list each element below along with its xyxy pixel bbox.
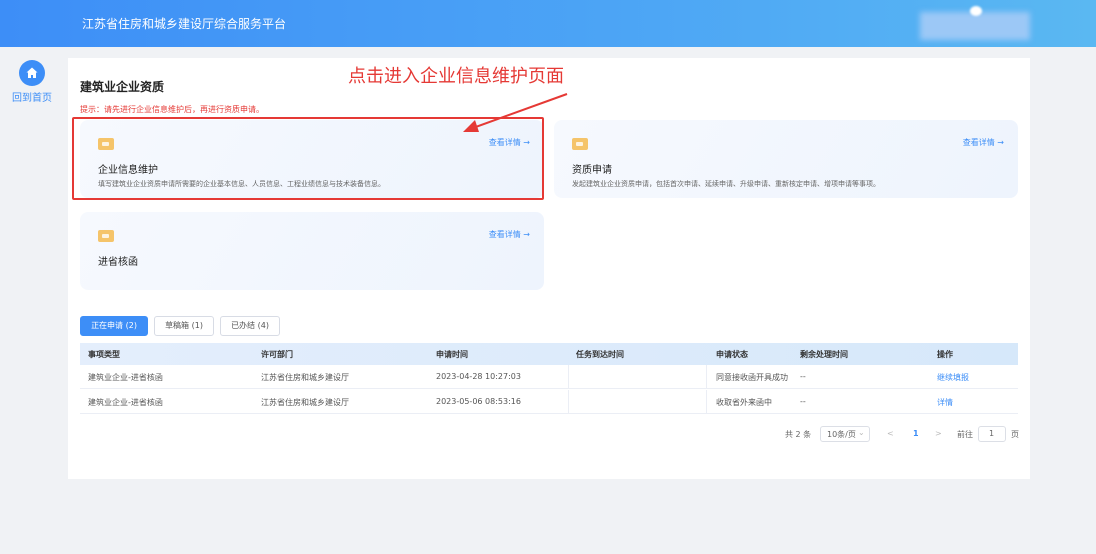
- tip-text: 提示：请先进行企业信息维护后，再进行资质申请。: [80, 105, 264, 114]
- table-cell: --: [800, 397, 806, 406]
- table-cell: 2023-05-06 08:53:16: [436, 397, 521, 406]
- user-avatar-area[interactable]: [920, 4, 1040, 44]
- view-details-link[interactable]: 查看详情 →: [489, 229, 530, 240]
- prev-page-icon[interactable]: <: [887, 429, 894, 438]
- tab-drafts[interactable]: 草稿箱 (1): [154, 316, 214, 336]
- table-cell: 同意接收函开具成功: [716, 373, 788, 382]
- card-title: 进省核函: [98, 257, 138, 268]
- table-cell: 江苏省住房和城乡建设厅: [261, 398, 349, 407]
- table-row: 建筑业企业-进省核函 江苏省住房和城乡建设厅 2023-05-06 08:53:…: [80, 390, 1018, 414]
- column-header: 申请时间: [436, 350, 468, 359]
- user-info-blurred: [920, 12, 1030, 40]
- column-header: 剩余处理时间: [800, 350, 848, 359]
- cell-divider: [706, 390, 707, 414]
- table-cell: 收取省外来函中: [716, 398, 772, 407]
- top-bar: 江苏省住房和城乡建设厅综合服务平台: [0, 0, 1096, 47]
- page-suffix: 页: [1011, 430, 1019, 439]
- current-page[interactable]: 1: [913, 429, 919, 438]
- continue-fill-link[interactable]: 继续填报: [937, 372, 969, 383]
- annotation-text: 点击进入企业信息维护页面: [348, 66, 564, 87]
- column-header: 许可部门: [261, 350, 293, 359]
- card-qualification-apply[interactable]: 查看详情 → 资质申请 发起建筑业企业资质申请，包括首次申请、延续申请、升级申请…: [554, 120, 1018, 198]
- column-header: 操作: [937, 350, 953, 359]
- goto-page-input[interactable]: 1: [978, 426, 1006, 442]
- next-page-icon[interactable]: >: [935, 429, 942, 438]
- annotation-arrow-icon: [463, 93, 568, 132]
- cell-divider: [706, 365, 707, 389]
- table-cell: 江苏省住房和城乡建设厅: [261, 373, 349, 382]
- view-details-link[interactable]: 查看详情 →: [963, 137, 1004, 148]
- column-header: 申请状态: [716, 350, 748, 359]
- cell-divider: [568, 365, 569, 389]
- table-cell: 建筑业企业-进省核函: [88, 373, 163, 382]
- pagination-total: 共 2 条: [785, 430, 812, 439]
- table-cell: --: [800, 372, 806, 381]
- table-row: 建筑业企业-进省核函 江苏省住房和城乡建设厅 2023-04-28 10:27:…: [80, 365, 1018, 389]
- home-label: 回到首页: [12, 93, 52, 104]
- folder-icon: [98, 230, 114, 242]
- card-provincial-letter[interactable]: 查看详情 → 进省核函: [80, 212, 544, 290]
- home-icon: [19, 60, 45, 86]
- tab-completed[interactable]: 已办结 (4): [220, 316, 280, 336]
- cell-divider: [568, 390, 569, 414]
- details-link[interactable]: 详情: [937, 397, 953, 408]
- page-size-select[interactable]: 10条/页 ⌄: [820, 426, 870, 442]
- page-size-value: 10条/页: [827, 430, 856, 439]
- column-header: 事项类型: [88, 350, 120, 359]
- table-header: 事项类型 许可部门 申请时间 任务到达时间 申请状态 剩余处理时间 操作: [80, 343, 1018, 365]
- goto-page-value: 1: [989, 429, 995, 438]
- home-button[interactable]: 回到首页: [12, 60, 52, 104]
- table-cell: 建筑业企业-进省核函: [88, 398, 163, 407]
- page-title: 建筑业企业资质: [80, 80, 165, 94]
- chevron-down-icon: ⌄: [858, 428, 865, 437]
- platform-title: 江苏省住房和城乡建设厅综合服务平台: [82, 17, 287, 31]
- goto-label: 前往: [957, 430, 973, 439]
- column-header: 任务到达时间: [576, 350, 624, 359]
- table-cell: 2023-04-28 10:27:03: [436, 372, 521, 381]
- avatar: [970, 6, 982, 16]
- card-title: 资质申请: [572, 165, 612, 176]
- card-description: 发起建筑业企业资质申请，包括首次申请、延续申请、升级申请、重新核定申请、增项申请…: [572, 180, 880, 188]
- tab-in-progress[interactable]: 正在申请 (2): [80, 316, 148, 336]
